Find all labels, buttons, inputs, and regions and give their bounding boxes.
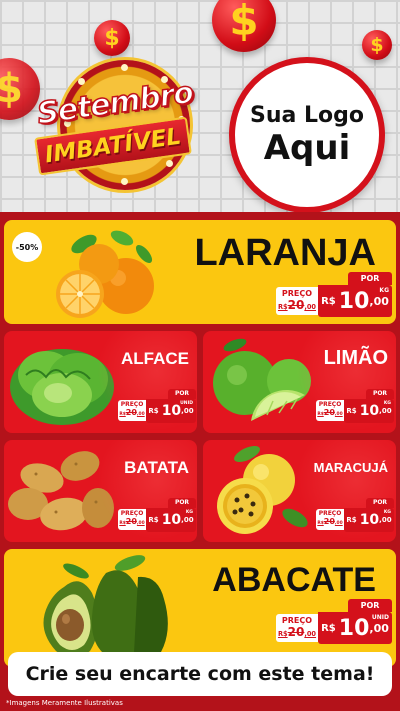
price-int: 10 <box>359 403 380 419</box>
lettuce-image-icon <box>10 349 114 425</box>
header-banner: $ $ $ $ Setembro IMBATÍVEL Sua Logo Aqui <box>0 0 400 212</box>
price-new: R$ 10,00 KG <box>344 399 394 423</box>
product-name-laranja: LARANJA <box>194 232 376 274</box>
old-price-dec: ,00 <box>304 303 317 311</box>
price-dec: ,00 <box>379 516 392 524</box>
logo-placeholder[interactable]: Sua Logo Aqui <box>229 57 385 212</box>
dollar-coin-icon: $ <box>212 0 276 52</box>
price-unit: KG <box>383 401 391 406</box>
price-preco-label: PREÇO <box>281 289 313 298</box>
price-old: PREÇO R$20,00 <box>118 400 146 421</box>
price-currency: R$ <box>148 516 159 524</box>
price-unit: UNID <box>180 401 193 406</box>
discount-badge: -50% <box>12 232 42 262</box>
price-unit: KG <box>379 287 389 294</box>
price-dec: ,00 <box>181 407 194 415</box>
disclaimer-text: *Imagens Meramente Ilustrativas <box>6 699 123 707</box>
price-currency: R$ <box>148 407 159 415</box>
price-old: PREÇO R$20,00 <box>316 509 344 530</box>
price-unit: KG <box>185 510 193 515</box>
old-price-currency: R$ <box>277 630 288 638</box>
price-new: R$ 10,00 KG <box>318 285 392 317</box>
potato-image-icon <box>8 451 114 531</box>
price-int: 10 <box>338 615 370 641</box>
price-por-label: POR <box>348 599 392 612</box>
old-price-int: 20 <box>125 408 137 417</box>
price-preco-label: PREÇO <box>318 510 342 517</box>
old-price-dec: ,00 <box>304 630 317 638</box>
price-preco-label: PREÇO <box>120 401 144 408</box>
price-preco-label: PREÇO <box>281 616 313 625</box>
price-por-label: POR <box>168 389 196 399</box>
price-currency: R$ <box>321 295 336 307</box>
product-name-maracuja: MARACUJÁ <box>313 460 388 475</box>
price-tag-batata: POR PREÇO R$20,00 R$ 10,00 KG <box>118 498 196 536</box>
old-price-int: 20 <box>287 298 305 312</box>
price-int: 10 <box>161 403 182 419</box>
coin-symbol: $ <box>229 0 259 45</box>
price-dec: ,00 <box>181 516 194 524</box>
price-new: R$ 10,00 KG <box>146 508 196 532</box>
price-new: R$ 10,00 KG <box>344 508 394 532</box>
price-por-label: POR <box>366 389 394 399</box>
old-price-dec: ,00 <box>334 412 343 417</box>
price-por-label: POR <box>366 498 394 508</box>
price-int: 10 <box>161 512 182 528</box>
product-name-abacate: ABACATE <box>212 561 376 599</box>
price-tag-alface: POR PREÇO R$20,00 R$ 10,00 UNID <box>118 389 196 427</box>
old-price-int: 20 <box>287 625 305 639</box>
price-unit: UNID <box>371 614 389 621</box>
old-price-dec: ,00 <box>136 521 145 526</box>
price-dec: ,00 <box>369 294 389 308</box>
avocado-image-icon <box>43 555 168 661</box>
price-preco-label: PREÇO <box>318 401 342 408</box>
product-name-alface: ALFACE <box>121 349 189 368</box>
lime-image-icon <box>213 338 311 421</box>
old-price-int: 20 <box>323 408 335 417</box>
price-dec: ,00 <box>379 407 392 415</box>
product-card-abacate[interactable]: ABACATE POR PREÇO R$20,00 R$ 10,00 UNID <box>4 549 396 667</box>
price-int: 10 <box>338 288 370 314</box>
old-price-dec: ,00 <box>136 412 145 417</box>
price-currency: R$ <box>321 622 336 634</box>
price-old: PREÇO R$20,00 <box>276 287 318 315</box>
old-price-currency: R$ <box>277 303 288 311</box>
old-price-int: 20 <box>125 517 137 526</box>
price-unit: KG <box>383 510 391 515</box>
price-old: PREÇO R$20,00 <box>316 400 344 421</box>
logo-line1: Sua Logo <box>249 103 364 128</box>
product-card-laranja[interactable]: -50% LARANJA POR PREÇO R$20,00 R$ 10,00 … <box>4 220 396 324</box>
price-new: R$ 10,00 UNID <box>146 399 196 423</box>
passion-fruit-image-icon <box>217 445 308 534</box>
dollar-coin-icon: $ <box>94 20 130 56</box>
product-card-batata[interactable]: BATATA POR PREÇO R$20,00 R$ 10,00 KG <box>4 440 197 542</box>
logo-line2: Aqui <box>263 128 351 168</box>
price-new: R$ 10,00 UNID <box>318 612 392 644</box>
price-tag-limao: POR PREÇO R$20,00 R$ 10,00 KG <box>316 389 394 427</box>
coin-symbol: $ <box>104 25 120 51</box>
old-price-int: 20 <box>323 517 335 526</box>
price-int: 10 <box>359 512 380 528</box>
cta-banner[interactable]: Crie seu encarte com este tema! <box>8 652 392 696</box>
orange-image-icon <box>56 230 154 318</box>
product-card-alface[interactable]: ALFACE POR PREÇO R$20,00 R$ 10,00 UNID <box>4 331 197 433</box>
price-tag-abacate: POR PREÇO R$20,00 R$ 10,00 UNID <box>276 599 392 649</box>
price-currency: R$ <box>346 516 357 524</box>
price-tag-maracuja: POR PREÇO R$20,00 R$ 10,00 KG <box>316 498 394 536</box>
product-card-limao[interactable]: LIMÃO POR PREÇO R$20,00 R$ 10,00 KG <box>203 331 396 433</box>
price-preco-label: PREÇO <box>120 510 144 517</box>
price-por-label: POR <box>348 272 392 285</box>
dollar-coin-icon: $ <box>362 30 392 60</box>
price-currency: R$ <box>346 407 357 415</box>
price-tag-laranja: POR PREÇO R$20,00 R$ 10,00 KG <box>276 272 392 322</box>
product-card-maracuja[interactable]: MARACUJÁ POR PREÇO R$20,00 R$ 10,00 KG <box>203 440 396 542</box>
product-name-batata: BATATA <box>124 458 189 477</box>
price-old: PREÇO R$20,00 <box>118 509 146 530</box>
coin-symbol: $ <box>370 34 384 56</box>
product-name-limao: LIMÃO <box>323 347 388 369</box>
old-price-dec: ,00 <box>334 521 343 526</box>
price-por-label: POR <box>168 498 196 508</box>
price-dec: ,00 <box>369 621 389 635</box>
price-old: PREÇO R$20,00 <box>276 614 318 642</box>
